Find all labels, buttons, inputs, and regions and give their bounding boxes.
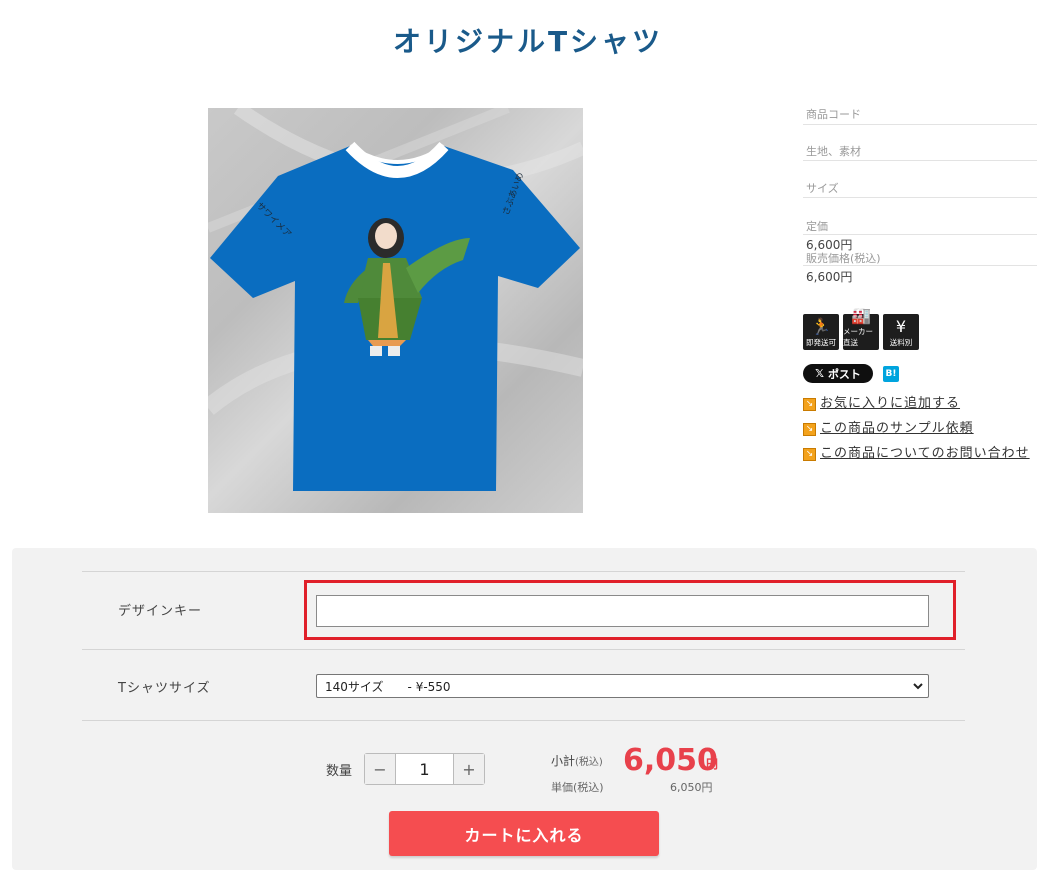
factory-icon: 🏭 [851,306,871,325]
favorite-link-row: ↘ お気に入りに追加する [803,395,1037,412]
product-links: ↘ お気に入りに追加する ↘ この商品のサンプル依頼 ↘ この商品についてのお問… [803,395,1037,470]
tshirt-size-label: Tシャツサイズ [118,681,211,696]
x-logo-icon: 𝕏 [815,367,824,380]
quantity-input[interactable]: 1 [395,754,454,784]
maker-direct-badge: 🏭 メーカー直送 [843,307,879,350]
unit-price-value: 6,050円 [670,781,713,794]
design-key-input[interactable] [316,595,929,627]
inquiry-link-row: ↘ この商品についてのお問い合わせ [803,445,1037,462]
divider [82,571,965,572]
sale-price-label: 販売価格(税込) [803,252,1037,266]
hatena-bookmark-button[interactable]: B! [883,365,899,382]
tax-note: (税込) [575,757,603,768]
quantity-label: 数量 [326,764,353,779]
instant-ship-badge: 🏃 即発送可 [803,314,839,350]
tax-note: (税込) [573,781,604,794]
inquiry-link[interactable]: この商品についてのお問い合わせ [820,445,1030,462]
tshirt-size-select[interactable]: 140サイズ - ¥-550 [316,674,929,698]
divider [82,649,965,650]
yen-truck-icon: ¥ [895,317,907,336]
share-buttons: 𝕏 ポスト B! [803,364,899,383]
unit-price-label: 単価(税込) [551,779,604,795]
chevron-down-icon [913,683,923,690]
arrow-icon: ↘ [803,448,816,461]
page-title: オリジナルTシャツ [392,25,664,58]
arrow-icon: ↘ [803,423,816,436]
arrow-icon: ↘ [803,398,816,411]
shipping-separate-badge: ¥ 送料別 [883,314,919,350]
spec-size: サイズ [803,161,1037,198]
spec-list-price-label: 定価 [803,198,1037,235]
badge-label: 送料別 [889,338,913,347]
spec-material: 生地、素材 [803,125,1037,161]
quantity-stepper: − 1 + [364,753,485,785]
x-post-button[interactable]: 𝕏 ポスト [803,364,873,383]
runner-icon: 🏃 [811,317,831,336]
product-specs: 商品コード 生地、素材 サイズ 定価 6,600円 販売価格(税込) 6,600… [803,106,1037,284]
subtotal-yen: 円 [706,757,719,771]
quantity-increase-button[interactable]: + [454,754,484,784]
divider [82,720,965,721]
list-price: 6,600円 [806,238,853,252]
sale-price: 6,600円 [806,270,853,284]
x-post-label: ポスト [827,367,861,381]
subtotal-text: 小計 [551,754,576,768]
add-to-cart-button[interactable]: カートに入れる [389,811,659,856]
shipping-badges: 🏃 即発送可 🏭 メーカー直送 ¥ 送料別 [803,307,919,350]
badge-label: 即発送可 [806,338,836,347]
sample-request-link[interactable]: この商品のサンプル依頼 [820,420,974,437]
tshirt-size-selected: 140サイズ - ¥-550 [325,679,451,694]
subtotal-label: 小計(税込) [551,752,603,769]
badge-label: メーカー直送 [843,327,873,347]
design-key-label: デザインキー [118,604,203,619]
quantity-decrease-button[interactable]: − [365,754,395,784]
sample-link-row: ↘ この商品のサンプル依頼 [803,420,1037,437]
product-image[interactable]: サワイメア さぶあいめ [208,108,583,513]
unit-text: 単価 [551,781,573,794]
subtotal-value: 6,050 [623,743,718,778]
spec-product-code: 商品コード [803,106,1037,125]
page: オリジナルTシャツ サワイメア さぶあいめ 商品コード 生地、素材 サイズ 定価… [0,0,1056,870]
add-favorite-link[interactable]: お気に入りに追加する [820,395,960,412]
